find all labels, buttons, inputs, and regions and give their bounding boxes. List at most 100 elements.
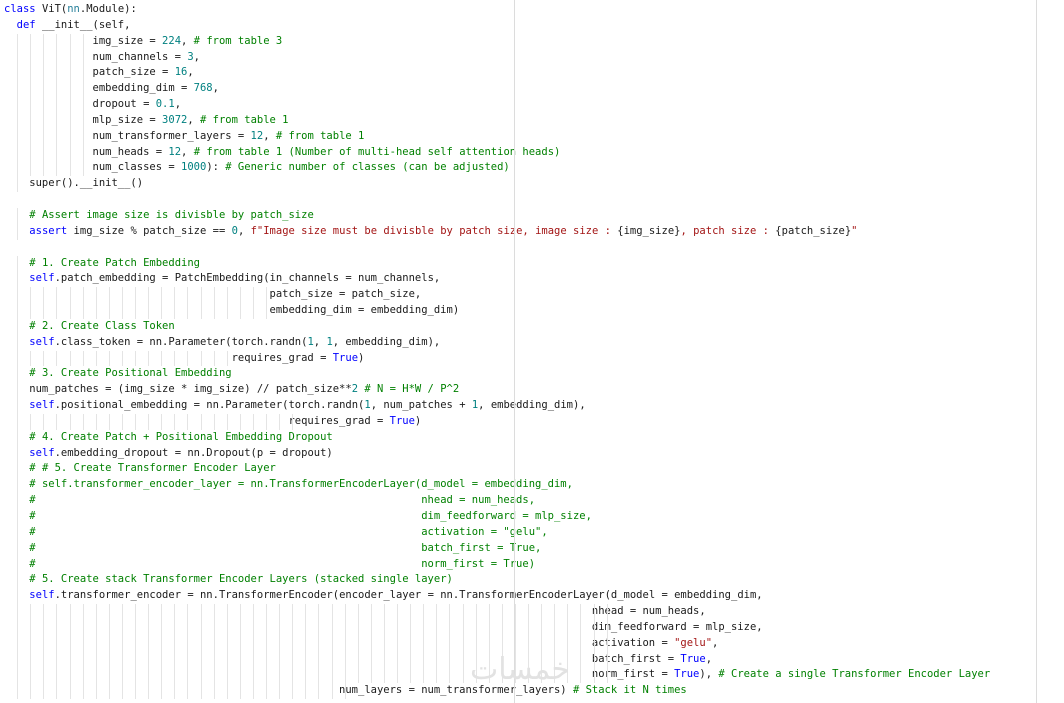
indent-guide	[43, 49, 45, 66]
indent-guide	[187, 413, 189, 430]
indent-guide	[30, 160, 32, 177]
indent-guide	[17, 619, 19, 636]
indent-guide	[161, 303, 163, 319]
indent-guide	[580, 667, 582, 684]
code-token: # Create a single Transformer Encoder La…	[718, 668, 991, 681]
indent-guide	[30, 619, 32, 636]
indent-guide	[17, 588, 19, 605]
code-token: norm_first =	[4, 668, 675, 681]
code-token: ,	[313, 335, 327, 348]
indent-guide	[43, 128, 45, 145]
indent-guide	[30, 635, 32, 652]
indent-guide	[43, 112, 45, 129]
indent-guide	[501, 604, 503, 620]
indent-guide	[43, 604, 45, 620]
indent-guide	[17, 651, 19, 668]
indent-guide	[56, 49, 58, 66]
indent-guide	[449, 667, 451, 684]
indent-guide	[331, 651, 333, 668]
indent-guide	[95, 667, 97, 684]
indent-guide	[606, 651, 608, 668]
indent-guide	[292, 604, 294, 620]
indent-guide	[252, 413, 254, 430]
indent-guide	[226, 413, 228, 430]
indent-guide	[226, 604, 228, 620]
code-token: ,	[181, 145, 194, 158]
indent-guide	[174, 604, 176, 620]
indent-guide	[95, 303, 97, 319]
indent-guide	[410, 604, 412, 620]
indent-guide	[17, 477, 19, 494]
indent-guide	[200, 303, 202, 319]
indent-guide	[30, 683, 32, 700]
indent-guide	[161, 635, 163, 652]
code-token: ,	[263, 129, 276, 142]
indent-guide	[121, 413, 123, 430]
indent-guide	[462, 667, 464, 684]
indent-guide	[56, 303, 58, 319]
indent-guide	[528, 619, 529, 636]
code-token: batch_first =	[4, 652, 681, 665]
indent-guide	[397, 604, 398, 620]
indent-guide	[95, 413, 97, 430]
indent-guide	[69, 635, 71, 652]
indent-guide	[17, 160, 19, 177]
indent-guide	[279, 413, 281, 430]
indent-guide	[56, 619, 58, 636]
indent-guide	[56, 667, 58, 684]
code-token: self	[29, 335, 55, 348]
code-token: True	[674, 668, 700, 681]
indent-guide	[580, 619, 582, 636]
indent-guide	[606, 635, 608, 652]
indent-guide	[17, 572, 19, 589]
indent-guide	[17, 207, 19, 224]
indent-guide	[305, 619, 307, 636]
indent-guide	[17, 398, 19, 414]
indent-guide	[292, 683, 294, 700]
indent-guide	[528, 635, 529, 652]
indent-guide	[410, 667, 412, 684]
indent-guide	[69, 128, 71, 145]
indent-guide	[95, 619, 97, 636]
indent-guide	[541, 604, 543, 620]
indent-guide	[213, 651, 215, 668]
indent-guide	[292, 413, 294, 430]
indent-guide	[514, 635, 516, 652]
code-token: # nhead = num_heads,	[29, 494, 536, 507]
indent-guide	[82, 287, 84, 304]
indent-guide	[30, 667, 32, 684]
indent-guide	[43, 81, 45, 98]
indent-guide	[187, 287, 189, 304]
indent-guide	[161, 287, 163, 304]
code-token: self	[29, 446, 55, 459]
indent-guide	[108, 287, 110, 304]
indent-guide	[82, 635, 84, 652]
indent-guide	[17, 303, 19, 319]
code-token: "gelu"	[674, 636, 713, 649]
indent-guide	[187, 303, 189, 319]
indent-guide	[108, 413, 110, 430]
indent-guide	[462, 651, 464, 668]
indent-guide	[266, 667, 267, 684]
indent-guide	[95, 651, 97, 668]
indent-guide	[318, 604, 320, 620]
ruler-line-right	[1036, 0, 1037, 703]
indent-guide	[514, 604, 516, 620]
indent-guide	[161, 683, 163, 700]
indent-guide	[593, 619, 595, 636]
indent-guide	[121, 303, 123, 319]
code-token: # 3. Create Positional Embedding	[29, 367, 232, 380]
indent-guide	[200, 350, 202, 367]
indent-guide	[121, 350, 123, 367]
indent-guide	[82, 413, 84, 430]
indent-guide	[108, 619, 110, 636]
indent-guide	[213, 350, 215, 367]
code-token: # activation = "gelu",	[29, 525, 548, 538]
indent-guide	[252, 635, 254, 652]
indent-guide	[43, 65, 45, 82]
indent-guide	[436, 619, 438, 636]
code-token: # from table 3	[193, 34, 283, 47]
code-token: 1000	[181, 161, 207, 174]
indent-guide	[30, 350, 32, 367]
indent-guide	[135, 604, 136, 620]
